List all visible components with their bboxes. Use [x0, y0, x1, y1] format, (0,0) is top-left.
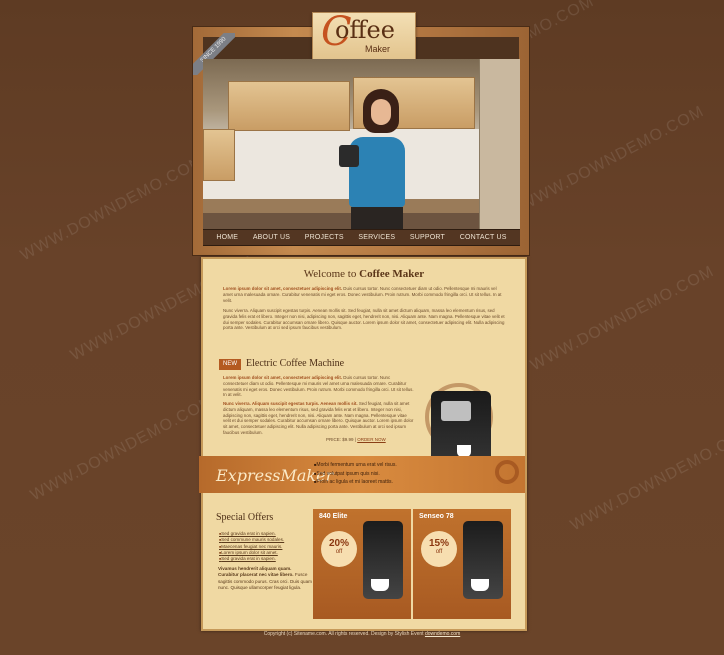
footer-copyright: Copyright (c) Sitename.com. All rights r… — [263, 631, 425, 637]
kitchen-fridge — [479, 59, 520, 230]
special-offers-list: Sed gravida erat in sapien. Sed commune … — [219, 531, 284, 562]
express-item: Sed volutpat ipsum quis nisi. — [314, 470, 397, 479]
offer-name: Senseo 78 — [419, 513, 454, 520]
discount-percent: 15% — [428, 538, 449, 549]
nav-support[interactable]: SUPPORT — [410, 234, 445, 241]
watermark: WWW.DOWNDEMO.COM — [517, 102, 708, 215]
feature-paragraph-1: Lorem ipsum dolor sit amet, consectetuer… — [223, 375, 415, 398]
welcome-paragraph-2: Nunc viverra. Aliquam suscipit egestas t… — [223, 308, 505, 331]
discount-badge: 20% off — [321, 531, 357, 567]
nav-about-us[interactable]: ABOUT US — [253, 234, 290, 241]
nav-contact-us[interactable]: CONTACT US — [460, 234, 507, 241]
discount-off: off — [335, 549, 343, 555]
footer: Copyright (c) Sitename.com. All rights r… — [0, 631, 724, 637]
special-offers-title: Special Offers — [216, 512, 274, 523]
special-link[interactable]: Maecenas feugiat nec mauris. — [219, 544, 284, 550]
circle-arrow-icon[interactable] — [495, 460, 519, 484]
special-para-lead: Vivamus hendrerit aliquam quam. Curabitu… — [218, 566, 294, 578]
discount-off: off — [435, 549, 443, 555]
price-label: PRICE: $9.99 — [326, 437, 354, 442]
offer-card-840-elite[interactable]: 840 Elite 20% off — [313, 509, 411, 619]
welcome-prefix: Welcome to — [303, 268, 357, 280]
feature-title: Electric Coffee Machine — [246, 358, 345, 369]
nav-services[interactable]: SERVICES — [358, 234, 395, 241]
welcome-paragraph-1: Lorem ipsum dolor sit amet, consectetuer… — [223, 286, 505, 303]
special-link[interactable]: Sed commune mauris sodales. — [219, 537, 284, 543]
offer-card-senseo-78[interactable]: Senseo 78 15% off — [413, 509, 511, 619]
discount-percent: 20% — [328, 538, 349, 549]
feature-p1-lead: Lorem ipsum dolor sit amet, consectetuer… — [223, 375, 343, 380]
feature-p2-lead: Nunc viverra. Aliquam suscipit egestas t… — [223, 401, 358, 406]
kitchen-cabinet — [228, 81, 350, 131]
express-item: Morbi fermentum urna erat vel risus. — [314, 461, 396, 470]
woman-face — [371, 99, 391, 125]
site-logo[interactable]: C offee Maker — [312, 9, 416, 62]
watermark: WWW.DOWNDEMO.COM — [527, 262, 718, 375]
order-now-link[interactable]: ORDER NOW — [357, 437, 386, 442]
new-badge: NEW — [219, 359, 241, 370]
special-link[interactable]: Sed gravida erat in sapien. — [219, 556, 284, 562]
welcome-heading: Welcome to Coffee Maker — [203, 268, 525, 280]
watermark: WWW.DOWNDEMO.COM — [17, 152, 208, 265]
welcome-brand: Coffee Maker — [359, 268, 425, 280]
discount-badge: 15% off — [421, 531, 457, 567]
footer-link[interactable]: downdemo.com — [425, 631, 460, 637]
watermark: WWW.DOWNDEMO.COM — [567, 422, 724, 535]
coffee-cup-icon — [371, 579, 389, 591]
coffee-pot-icon — [339, 145, 359, 167]
coffee-machine-plate — [441, 401, 471, 421]
offer-name: 840 Elite — [319, 513, 348, 520]
logo-title: offee — [335, 16, 395, 44]
hero-photo — [203, 59, 520, 230]
express-maker-list: Morbi fermentum urna erat vel risus. Sed… — [314, 461, 397, 487]
logo-subtitle: Maker — [365, 44, 391, 54]
nav-home[interactable]: HOME — [216, 234, 238, 241]
feature-p2-text: Sed feugiat, nulla sit amet dictum aliqu… — [223, 401, 414, 435]
coffee-cup-icon — [471, 579, 489, 591]
watermark: WWW.DOWNDEMO.COM — [27, 392, 218, 505]
welcome-p1-lead: Lorem ipsum dolor sit amet, consectetuer… — [223, 286, 343, 291]
special-offers-paragraph: Vivamus hendrerit aliquam quam. Curabitu… — [218, 566, 313, 591]
express-item: Proin ac ligula et mi laoreet mattis. — [314, 478, 397, 487]
express-maker-banner: ExpressMaker Morbi fermentum urna erat v… — [199, 456, 525, 493]
feature-paragraph-2: Nunc viverra. Aliquam suscipit egestas t… — [223, 401, 415, 436]
price-row: PRICE: $9.99 | ORDER NOW — [326, 437, 386, 442]
woman-pants — [351, 207, 403, 230]
kitchen-cabinet — [203, 129, 235, 181]
nav-projects[interactable]: PROJECTS — [305, 234, 344, 241]
main-nav: HOME ABOUT US PROJECTS SERVICES SUPPORT … — [203, 229, 520, 246]
